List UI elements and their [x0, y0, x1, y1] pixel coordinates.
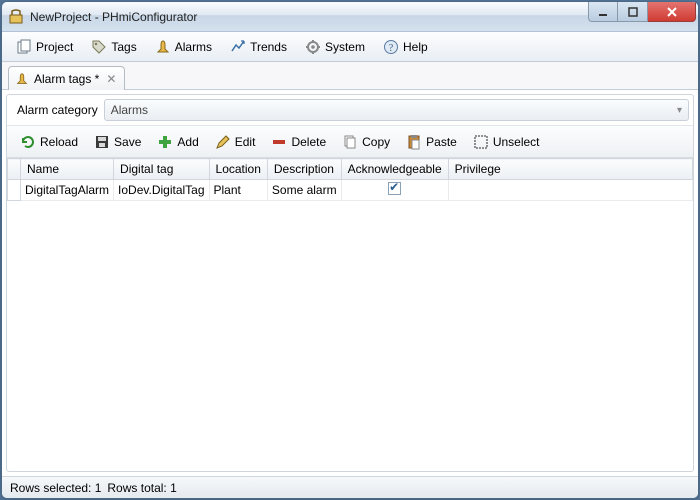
add-icon — [157, 134, 173, 150]
tabstrip: Alarm tags * ✕ — [2, 62, 698, 90]
close-icon — [666, 6, 678, 18]
statusbar: Rows selected: 1 Rows total: 1 — [2, 476, 698, 498]
menu-alarms[interactable]: Alarms — [147, 36, 220, 58]
svg-text:?: ? — [389, 43, 394, 54]
content-panel: Alarm category Alarms ▾ Reload Save Add … — [6, 94, 694, 472]
grid-header-row: Name Digital tag Location Description Ac… — [8, 159, 693, 180]
col-location[interactable]: Location — [209, 159, 267, 180]
menu-help[interactable]: ? Help — [375, 36, 436, 58]
save-button[interactable]: Save — [87, 131, 148, 153]
tab-alarm-tags[interactable]: Alarm tags * ✕ — [8, 66, 125, 90]
status-rows-total: Rows total: 1 — [107, 481, 176, 495]
unselect-label: Unselect — [493, 135, 540, 149]
maximize-button[interactable] — [618, 2, 648, 22]
table-row[interactable]: DigitalTagAlarm IoDev.DigitalTag Plant S… — [8, 180, 693, 201]
checkbox-checked-icon[interactable] — [388, 182, 401, 195]
col-acknowledgeable[interactable]: Acknowledgeable — [341, 159, 448, 180]
add-button[interactable]: Add — [150, 131, 205, 153]
edit-button[interactable]: Edit — [208, 131, 263, 153]
cell-digital-tag[interactable]: IoDev.DigitalTag — [114, 180, 209, 201]
maximize-icon — [628, 7, 638, 17]
chevron-down-icon: ▾ — [677, 105, 682, 116]
col-name[interactable]: Name — [21, 159, 114, 180]
window-title: NewProject - PHmiConfigurator — [30, 10, 588, 24]
paste-icon — [406, 134, 422, 150]
cell-name[interactable]: DigitalTagAlarm — [21, 180, 114, 201]
unselect-button[interactable]: Unselect — [466, 131, 547, 153]
add-label: Add — [177, 135, 198, 149]
alarm-category-label: Alarm category — [11, 103, 104, 117]
tab-label: Alarm tags * — [34, 72, 99, 86]
col-privilege[interactable]: Privilege — [448, 159, 692, 180]
menu-alarms-label: Alarms — [175, 40, 212, 54]
menu-project-label: Project — [36, 40, 73, 54]
paste-button[interactable]: Paste — [399, 131, 464, 153]
delete-button[interactable]: Delete — [264, 131, 333, 153]
cell-description[interactable]: Some alarm — [267, 180, 341, 201]
trends-icon — [230, 39, 246, 55]
rowheader-blank — [8, 159, 21, 180]
minimize-button[interactable] — [588, 2, 618, 22]
reload-button[interactable]: Reload — [13, 131, 85, 153]
minimize-icon — [598, 7, 608, 17]
save-label: Save — [114, 135, 141, 149]
app-window: NewProject - PHmiConfigurator Project Ta… — [1, 1, 699, 499]
copy-label: Copy — [362, 135, 390, 149]
menu-trends[interactable]: Trends — [222, 36, 295, 58]
help-icon: ? — [383, 39, 399, 55]
bell-icon — [15, 72, 29, 86]
menu-tags[interactable]: Tags — [83, 36, 144, 58]
col-description[interactable]: Description — [267, 159, 341, 180]
reload-icon — [20, 134, 36, 150]
edit-icon — [215, 134, 231, 150]
alarm-category-select[interactable]: Alarms ▾ — [104, 99, 689, 121]
tab-close-icon[interactable]: ✕ — [104, 72, 118, 86]
data-grid[interactable]: Name Digital tag Location Description Ac… — [7, 158, 693, 471]
menu-trends-label: Trends — [250, 40, 287, 54]
menu-help-label: Help — [403, 40, 428, 54]
close-button[interactable] — [648, 2, 696, 22]
system-icon — [305, 39, 321, 55]
cell-privilege[interactable] — [448, 180, 692, 201]
menu-system-label: System — [325, 40, 365, 54]
reload-label: Reload — [40, 135, 78, 149]
alarm-category-row: Alarm category Alarms ▾ — [7, 95, 693, 126]
window-buttons — [588, 2, 696, 24]
status-rows-selected: Rows selected: 1 — [10, 481, 101, 495]
titlebar: NewProject - PHmiConfigurator — [2, 2, 698, 32]
alarms-icon — [155, 39, 171, 55]
col-digital-tag[interactable]: Digital tag — [114, 159, 209, 180]
paste-label: Paste — [426, 135, 457, 149]
menu-tags-label: Tags — [111, 40, 136, 54]
alarm-category-value: Alarms — [111, 103, 148, 117]
delete-label: Delete — [291, 135, 326, 149]
cell-location[interactable]: Plant — [209, 180, 267, 201]
menubar: Project Tags Alarms Trends System ? Help — [2, 32, 698, 62]
edit-label: Edit — [235, 135, 256, 149]
delete-icon — [271, 134, 287, 150]
copy-button[interactable]: Copy — [335, 131, 397, 153]
copy-icon — [342, 134, 358, 150]
tags-icon — [91, 39, 107, 55]
save-icon — [94, 134, 110, 150]
toolbar: Reload Save Add Edit Delete Copy — [7, 126, 693, 158]
app-icon — [8, 9, 24, 25]
menu-project[interactable]: Project — [8, 36, 81, 58]
menu-system[interactable]: System — [297, 36, 373, 58]
project-icon — [16, 39, 32, 55]
unselect-icon — [473, 134, 489, 150]
cell-acknowledgeable[interactable] — [341, 180, 448, 201]
row-handle[interactable] — [8, 180, 21, 201]
